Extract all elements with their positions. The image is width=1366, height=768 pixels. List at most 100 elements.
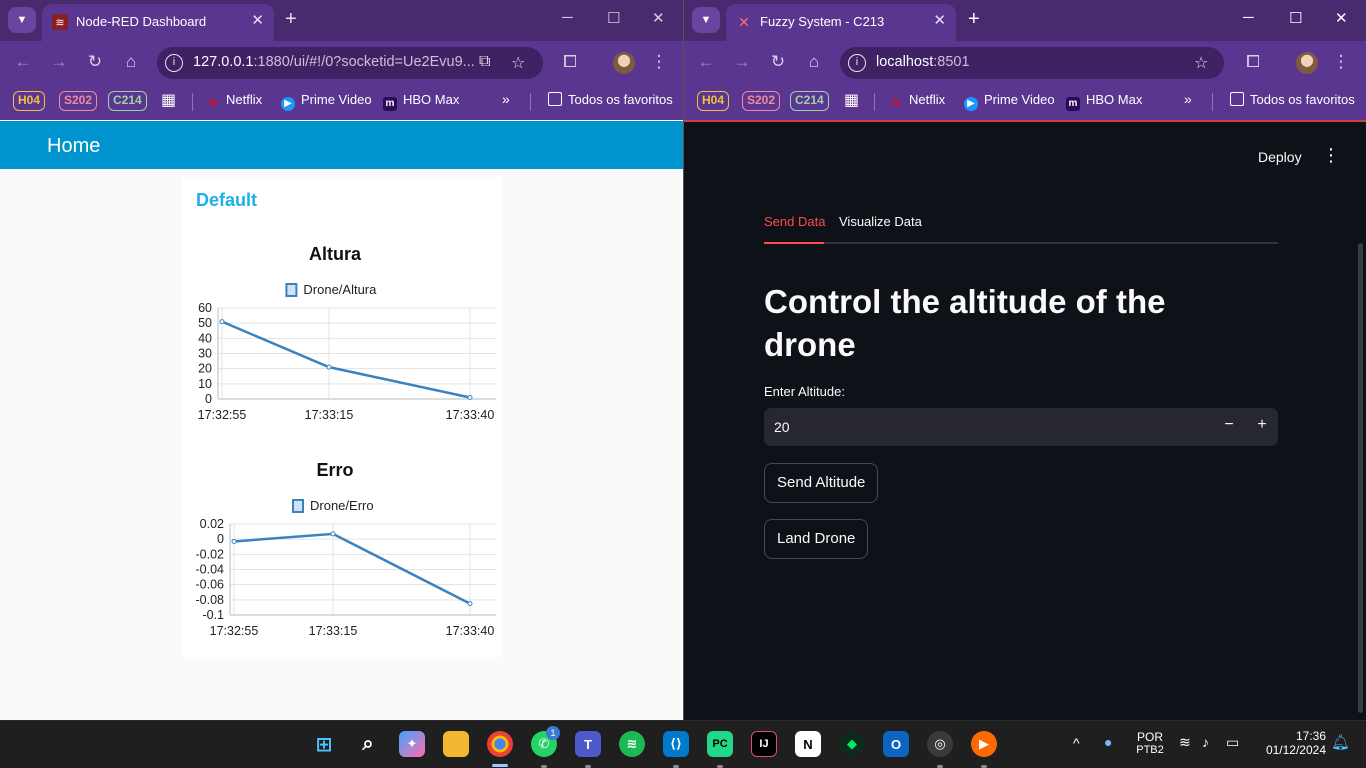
bookmark-h04[interactable]: H04 [697,91,730,111]
teams-icon[interactable]: T [575,731,601,757]
home-icon[interactable]: ⌂ [120,52,142,72]
legend-label: Drone/Erro [310,498,374,513]
notification-bell-icon[interactable]: 🔔︎ [1331,733,1350,751]
close-tab-icon[interactable]: ✕ [251,11,264,29]
site-info-icon[interactable]: i [165,54,183,72]
search-icon[interactable]: ⌕ [355,731,381,757]
app-menu-icon[interactable]: ⋮ [1322,145,1340,166]
chrome-icon[interactable] [487,731,513,757]
wifi-icon[interactable]: ≋ [1179,734,1191,751]
close-window-button[interactable]: ✕ [652,9,665,27]
battery-icon[interactable]: ▭ [1226,734,1239,751]
apps-grid-icon[interactable]: ▦ [161,90,176,110]
bookmark-h04[interactable]: H04 [13,91,46,111]
scrollbar[interactable] [1358,243,1363,713]
y-tick-label: 0 [205,392,212,406]
maximize-button[interactable]: ☐ [607,9,620,27]
microphone-icon[interactable]: ● [1104,734,1112,750]
address-bar[interactable]: i 127.0.0.1:1880/ui/#!/0?socketid=Ue2Evu… [157,47,543,79]
bookmark-netflix[interactable]: N Netflix [206,92,262,111]
tray-overflow-icon[interactable]: ^ [1073,735,1080,751]
more-bookmarks-icon[interactable]: » [1184,91,1192,107]
altitude-number-input[interactable]: 20 − + [764,408,1278,446]
bookmark-netflix[interactable]: N Netflix [889,92,945,111]
extensions-icon[interactable]: ⧠ [1242,52,1264,72]
outlook-icon[interactable]: O [883,731,909,757]
spotify-icon[interactable]: ≋ [619,731,645,757]
forward-icon[interactable]: → [48,52,70,72]
bookmark-s202[interactable]: S202 [59,91,98,111]
copilot-icon[interactable]: ✦ [399,731,425,757]
land-drone-button[interactable]: Land Drone [764,519,869,559]
bookmark-folder-all[interactable]: Todos os favoritos [548,92,673,107]
file-explorer-icon[interactable] [443,731,469,757]
reload-icon[interactable]: ↻ [767,52,789,72]
close-window-button[interactable]: ✕ [1335,9,1348,27]
menu-kebab-icon[interactable]: ⋮ [648,52,670,72]
send-altitude-button[interactable]: Send Altitude [764,463,879,503]
group-title: Default [196,190,258,210]
tab-strip: ▼ ✕ Fuzzy System - C213 ✕ + ─ ☐ ✕ [684,0,1366,41]
series-line [233,532,471,605]
bookmark-separator [530,93,531,111]
maximize-button[interactable]: ☐ [1289,9,1302,27]
tab-send-data[interactable]: Send Data [764,214,825,229]
back-icon[interactable]: ← [695,52,717,72]
bookmark-star-icon[interactable]: ☆ [1194,53,1208,73]
profile-avatar[interactable] [1296,52,1318,74]
menu-kebab-icon[interactable]: ⋮ [1330,52,1352,72]
volume-icon[interactable]: ♪ [1202,734,1209,750]
bookmark-prime-video[interactable]: ▶ Prime Video [964,92,1055,111]
active-app-indicator [492,764,508,767]
bookmark-c214[interactable]: C214 [790,91,829,111]
pycharm-icon[interactable]: PC [707,731,733,757]
more-bookmarks-icon[interactable]: » [502,91,510,107]
increment-button[interactable]: + [1248,416,1276,434]
new-tab-button[interactable]: + [285,8,297,31]
minimize-button[interactable]: ─ [562,9,573,26]
address-bar[interactable]: i localhost:8501 ☆ [840,47,1224,79]
bookmark-separator [1212,93,1213,111]
bookmark-hbo-max[interactable]: m HBO Max [1066,92,1142,111]
extensions-icon[interactable]: ⧠ [559,52,581,72]
profile-avatar[interactable] [613,52,635,74]
decrement-button[interactable]: − [1215,416,1243,434]
deploy-button[interactable]: Deploy [1258,149,1302,165]
back-icon[interactable]: ← [12,52,34,72]
bookmark-hbo-max[interactable]: m HBO Max [383,92,459,111]
url-host: localhost [876,54,934,70]
windows-start-icon[interactable]: ⊞ [311,731,337,757]
forward-icon[interactable]: → [731,52,753,72]
bookmark-c214[interactable]: C214 [108,91,147,111]
tab-nodered-dashboard[interactable]: ≋ Node-RED Dashboard ✕ [42,4,274,41]
language-indicator[interactable]: POR PTB2 [1135,730,1165,756]
obs-icon[interactable]: ◎ [927,731,953,757]
new-tab-button[interactable]: + [968,8,980,31]
legend-swatch [285,283,298,297]
mongodb-icon[interactable]: ◆ [839,731,865,757]
media-player-icon[interactable]: ▶ [971,731,997,757]
bookmark-folder-all[interactable]: Todos os favoritos [1230,92,1355,107]
tab-fuzzy-system[interactable]: ✕ Fuzzy System - C213 ✕ [726,4,956,41]
apps-grid-icon[interactable]: ▦ [844,90,859,110]
intellij-icon[interactable]: IJ [751,731,777,757]
y-tick-label: 0 [217,532,224,546]
close-tab-icon[interactable]: ✕ [933,11,946,29]
bookmark-star-icon[interactable]: ☆ [511,53,525,73]
dashboard-header: Home [0,121,683,169]
site-info-icon[interactable]: i [848,54,866,72]
tab-search-button[interactable]: ▼ [8,7,36,33]
chart-erro: Erro Drone/Erro 0.020-0.02 -0.04-0.06-0.08-… [196,460,496,638]
home-icon[interactable]: ⌂ [803,52,825,72]
bookmark-prime-video[interactable]: ▶ Prime Video [281,92,372,111]
clock[interactable]: 17:36 01/12/2024 [1258,729,1326,757]
reload-icon[interactable]: ↻ [84,52,106,72]
vscode-icon[interactable]: ⟨⟩ [663,731,689,757]
tab-visualize-data[interactable]: Visualize Data [839,214,922,229]
tab-search-button[interactable]: ▼ [692,7,720,33]
minimize-button[interactable]: ─ [1243,9,1254,26]
bookmark-s202[interactable]: S202 [742,91,781,111]
notion-icon[interactable]: N [795,731,821,757]
altitude-value[interactable]: 20 [774,419,790,435]
install-app-icon[interactable]: ⧉ [479,53,490,71]
